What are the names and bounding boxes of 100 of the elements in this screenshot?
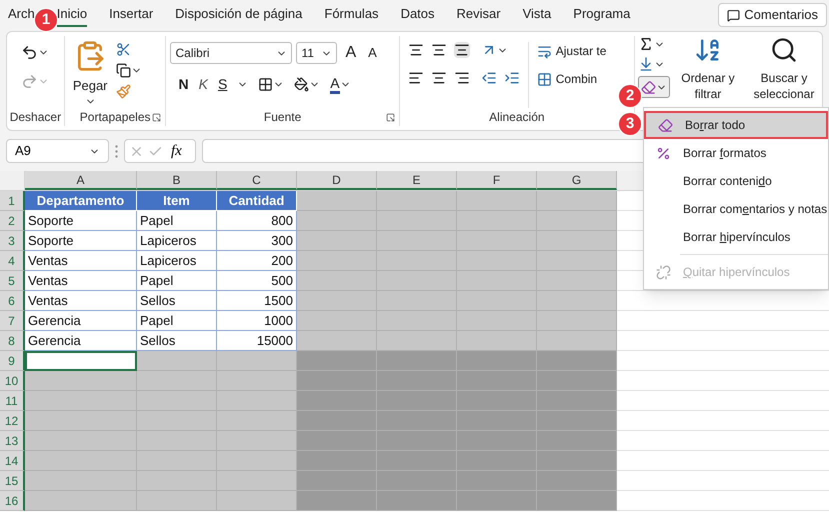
italic-button[interactable]: K	[198, 74, 208, 95]
table-cell: Gerencia	[25, 331, 137, 351]
grow-font-button[interactable]: A	[341, 41, 360, 65]
table-cell: 15000	[217, 331, 297, 351]
table-cell: Ventas	[25, 291, 137, 311]
bold-button[interactable]: N	[178, 74, 189, 95]
table-cell: Lapiceros	[137, 231, 217, 251]
paste-button[interactable]: Pegar	[72, 40, 108, 108]
row-header[interactable]: 5	[0, 271, 25, 291]
table-cell: Papel	[137, 211, 217, 231]
underline-button[interactable]: S	[218, 74, 228, 95]
ribbon-tab[interactable]: Vista	[522, 3, 552, 27]
row-header[interactable]: 1	[0, 191, 25, 211]
group-label: Deshacer	[10, 109, 62, 126]
table-cell: Gerencia	[25, 311, 137, 331]
ribbon-tab[interactable]: Programa	[573, 3, 630, 27]
table-cell: 1500	[217, 291, 297, 311]
row-header[interactable]: 6	[0, 291, 25, 311]
row-header[interactable]: 4	[0, 251, 25, 271]
menu-item[interactable]: Borrar hipervínculos	[644, 223, 828, 251]
column-header[interactable]: G	[537, 171, 617, 190]
column-header[interactable]: D	[297, 171, 377, 190]
undo-icon[interactable]	[21, 44, 38, 61]
table-cell: Item	[137, 191, 217, 211]
comments-button[interactable]: Comentarios	[718, 3, 827, 27]
clear-button[interactable]	[638, 76, 670, 98]
ribbon-tab[interactable]: Disposición de página	[175, 3, 302, 27]
wrap-text-icon	[536, 44, 552, 58]
row-header[interactable]: 7	[0, 311, 25, 331]
menu-item[interactable]: Borrar comentarios y notas	[644, 195, 828, 223]
table-cell: 800	[217, 211, 297, 231]
row-header[interactable]: 10	[0, 371, 25, 391]
align-middle-icon[interactable]	[430, 42, 447, 58]
row-header[interactable]: 11	[0, 391, 25, 411]
format-painter-icon[interactable]	[116, 84, 131, 99]
menu-item[interactable]: Borrar contenido	[644, 167, 828, 195]
align-top-icon[interactable]	[408, 42, 424, 58]
name-box[interactable]: A9	[6, 139, 109, 163]
ribbon-tab[interactable]: Insertar	[109, 3, 154, 27]
dialog-launcher-icon[interactable]	[152, 112, 162, 122]
table-cell: Sellos	[137, 291, 217, 311]
row-header[interactable]: 8	[0, 331, 25, 351]
table-cell: Ventas	[25, 271, 137, 291]
scissors-icon[interactable]	[116, 42, 131, 57]
indent-increase-icon[interactable]	[504, 70, 520, 86]
table-cell: 200	[217, 251, 297, 271]
merge-button[interactable]: Combin	[536, 70, 606, 88]
row-header[interactable]: 16	[0, 491, 25, 511]
ribbon-tab[interactable]: Revisar	[456, 3, 501, 27]
step-badge: 1	[34, 8, 58, 32]
ribbon-tab[interactable]: Fórmulas	[324, 3, 379, 27]
table-cell: Soporte	[25, 211, 137, 231]
fill-down-icon[interactable]	[638, 56, 654, 72]
comment-icon	[727, 8, 740, 22]
font-size-field[interactable]: 11	[296, 42, 338, 64]
group-label: Portapapeles	[80, 109, 150, 126]
indent-decrease-icon[interactable]	[480, 70, 497, 86]
group-label: Fuente	[264, 109, 302, 126]
unlink-icon	[656, 264, 671, 280]
merge-cells-icon	[536, 72, 552, 86]
wrap-text-button[interactable]: Ajustar te	[536, 42, 606, 60]
ribbon-tab[interactable]: Datos	[400, 3, 435, 27]
column-header[interactable]: A	[25, 171, 137, 190]
align-bottom-icon[interactable]	[454, 42, 470, 58]
menu-item[interactable]: Borrar formatos	[644, 139, 828, 167]
font-name-field[interactable]: Calibri	[170, 42, 292, 64]
align-right-icon[interactable]	[454, 70, 470, 86]
table-cell: Papel	[137, 271, 217, 291]
row-header[interactable]: 9	[0, 351, 25, 371]
column-header[interactable]: C	[217, 171, 297, 190]
column-header[interactable]: E	[377, 171, 457, 190]
table-cell: 1000	[217, 311, 297, 331]
row-header[interactable]: 13	[0, 431, 25, 451]
dialog-launcher-icon[interactable]	[386, 112, 395, 122]
search-icon	[770, 36, 798, 64]
eraser-icon	[640, 80, 656, 94]
borders-icon[interactable]	[258, 77, 274, 92]
copy-icon[interactable]	[116, 63, 131, 78]
column-header[interactable]: F	[457, 171, 537, 190]
row-header[interactable]: 14	[0, 451, 25, 471]
align-center-icon[interactable]	[430, 70, 447, 86]
row-header[interactable]: 12	[0, 411, 25, 431]
row-header[interactable]: 3	[0, 231, 25, 251]
table-cell: Cantidad	[217, 191, 297, 211]
table-cell: Soporte	[25, 231, 137, 251]
align-left-icon[interactable]	[408, 70, 424, 86]
insert-function-button[interactable]: fx	[171, 140, 182, 162]
row-header[interactable]: 2	[0, 211, 25, 231]
shrink-font-button[interactable]: A	[364, 43, 381, 63]
row-header[interactable]: 15	[0, 471, 25, 491]
group-label: Alineación	[489, 109, 545, 126]
table-cell: Lapiceros	[137, 251, 217, 271]
table-cell: 300	[217, 231, 297, 251]
menu-item[interactable]: Borrar todo	[644, 111, 828, 139]
font-color-button[interactable]: A	[330, 76, 340, 94]
grip-icon	[115, 144, 118, 158]
ribbon-tab[interactable]: Arch	[8, 3, 35, 27]
eraser-icon	[658, 118, 673, 132]
fill-color-icon[interactable]	[294, 77, 310, 92]
column-header[interactable]: B	[137, 171, 217, 190]
